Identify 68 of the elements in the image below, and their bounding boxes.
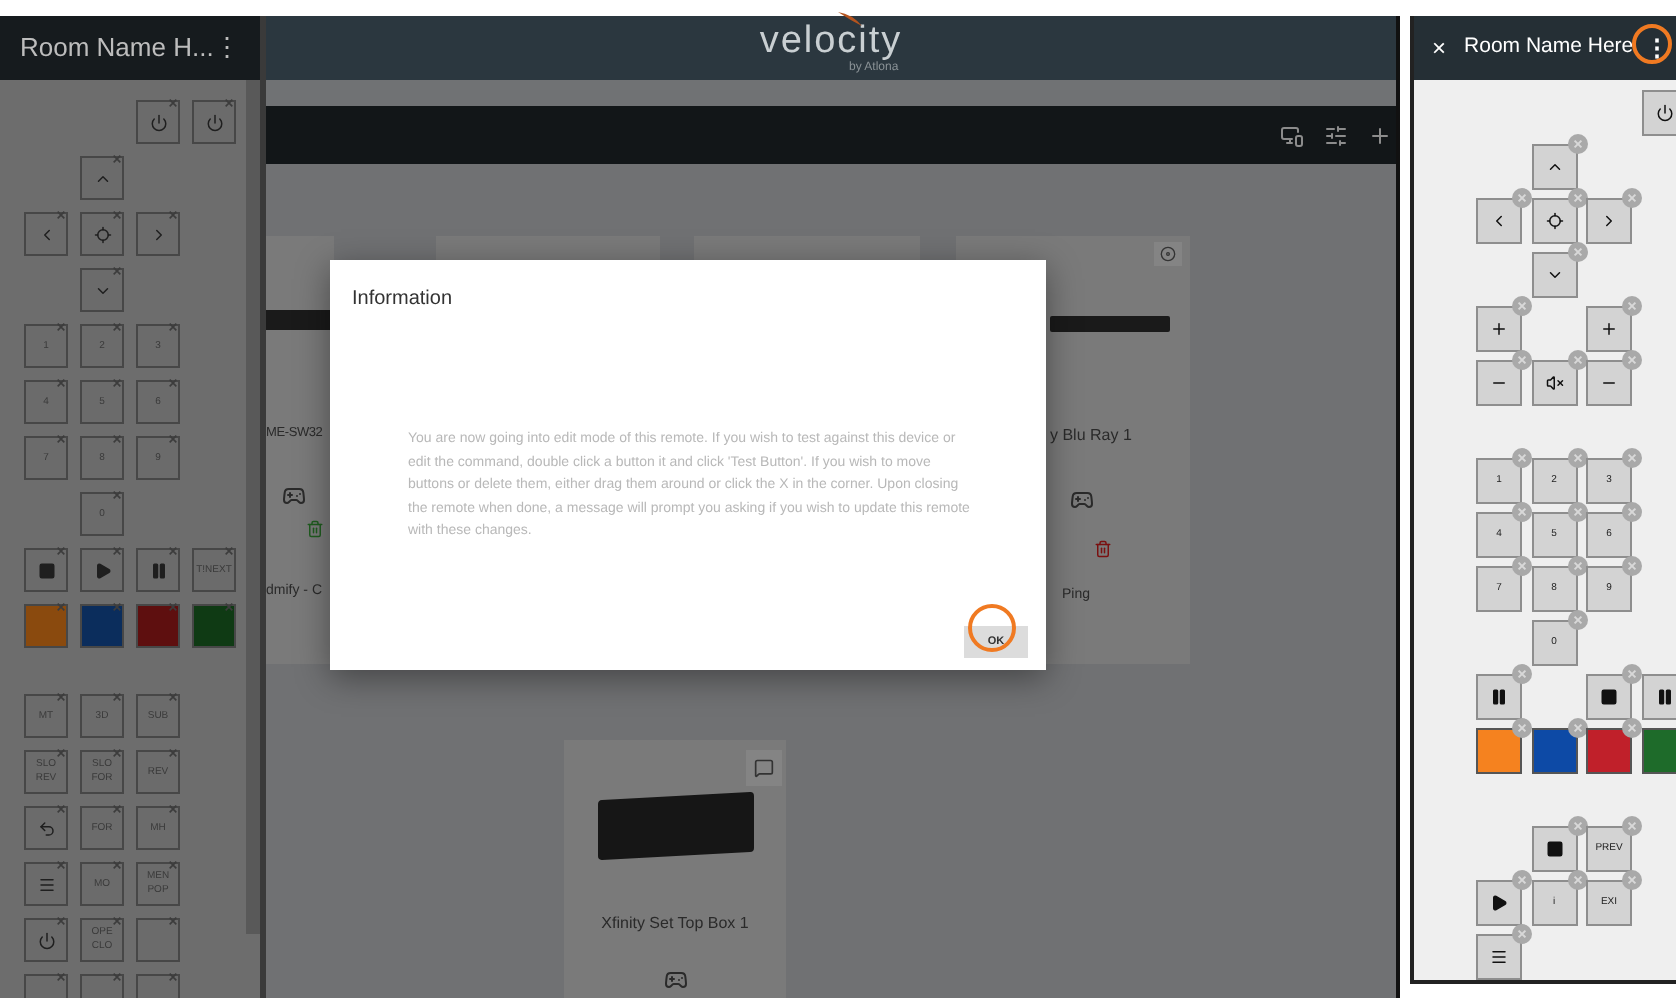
menu-icon — [1490, 948, 1508, 966]
color-button[interactable] — [24, 604, 68, 648]
remote-view-icon[interactable] — [1280, 123, 1304, 147]
swoosh-icon — [835, 10, 864, 28]
stop-icon — [1545, 840, 1563, 858]
remote-icon[interactable] — [663, 968, 687, 992]
color-button[interactable] — [1641, 728, 1676, 774]
room-title: Room Name Here — [1464, 32, 1634, 63]
mute-icon — [1545, 374, 1563, 392]
crosshair-icon — [1545, 212, 1563, 230]
remote-button[interactable] — [1531, 826, 1577, 872]
device-name: y Blu Ray 1 — [1050, 424, 1132, 448]
chevron-down-icon — [1545, 266, 1563, 284]
trash-icon[interactable] — [306, 519, 324, 538]
menu-button[interactable]: ⋮ — [213, 28, 240, 68]
remote-button[interactable] — [1531, 198, 1577, 244]
pause-icon — [149, 561, 167, 579]
power-icon — [149, 113, 167, 131]
remote-button[interactable] — [1586, 674, 1632, 720]
stop-icon — [1600, 688, 1618, 706]
chevron-up-icon — [1545, 158, 1563, 176]
device-photo — [1050, 316, 1170, 332]
color-button[interactable] — [1586, 728, 1632, 774]
pause-icon — [1655, 688, 1673, 706]
device-photo — [266, 310, 334, 330]
color-button[interactable] — [1476, 728, 1522, 774]
remote-button[interactable] — [1476, 934, 1522, 980]
color-button[interactable] — [192, 604, 236, 648]
highlight-ring — [968, 604, 1016, 652]
device-name: Xfinity Set Top Box 1 — [601, 912, 749, 936]
remote-button[interactable] — [1641, 90, 1676, 136]
stop-icon — [37, 561, 55, 579]
power-icon — [37, 931, 55, 949]
plus-icon — [1490, 320, 1508, 338]
undo-icon — [37, 819, 55, 837]
delete-icon[interactable] — [1622, 718, 1642, 738]
delete-icon[interactable] — [1567, 718, 1587, 738]
remote-button[interactable] — [1476, 880, 1522, 926]
power-icon — [205, 113, 223, 131]
remote-button[interactable] — [1476, 674, 1522, 720]
room-title: Room Name H... — [20, 30, 214, 67]
plus-icon — [1600, 320, 1618, 338]
remote-button[interactable] — [1531, 360, 1577, 406]
trash-icon[interactable] — [1094, 540, 1112, 558]
menu-button[interactable]: ⋮ — [1645, 30, 1670, 66]
device-type-icon — [1154, 242, 1182, 266]
color-button[interactable] — [80, 604, 124, 648]
crosshair-icon — [93, 225, 111, 243]
remote-button[interactable] — [1641, 674, 1676, 720]
dialog-title: Information — [352, 286, 455, 314]
menu-icon — [37, 875, 55, 893]
close-button[interactable]: × — [1432, 30, 1447, 66]
settings-icon[interactable] — [1324, 123, 1348, 147]
play-icon — [1490, 894, 1508, 912]
scrollbar[interactable] — [246, 80, 260, 934]
play-icon — [93, 561, 111, 579]
chevron-right-icon — [1600, 212, 1618, 230]
remote-icon[interactable] — [1070, 488, 1094, 512]
pause-icon — [1490, 688, 1508, 706]
color-button[interactable] — [1531, 728, 1577, 774]
device-card[interactable]: Xfinity Set Top Box 1 — [564, 740, 786, 998]
highlight-ring — [1631, 24, 1672, 64]
add-icon[interactable] — [1368, 123, 1392, 147]
device-type-icon — [746, 750, 782, 786]
power-icon — [1655, 104, 1673, 122]
chevron-left-icon — [1490, 212, 1508, 230]
color-button[interactable] — [136, 604, 180, 648]
remote-icon[interactable] — [282, 483, 306, 508]
